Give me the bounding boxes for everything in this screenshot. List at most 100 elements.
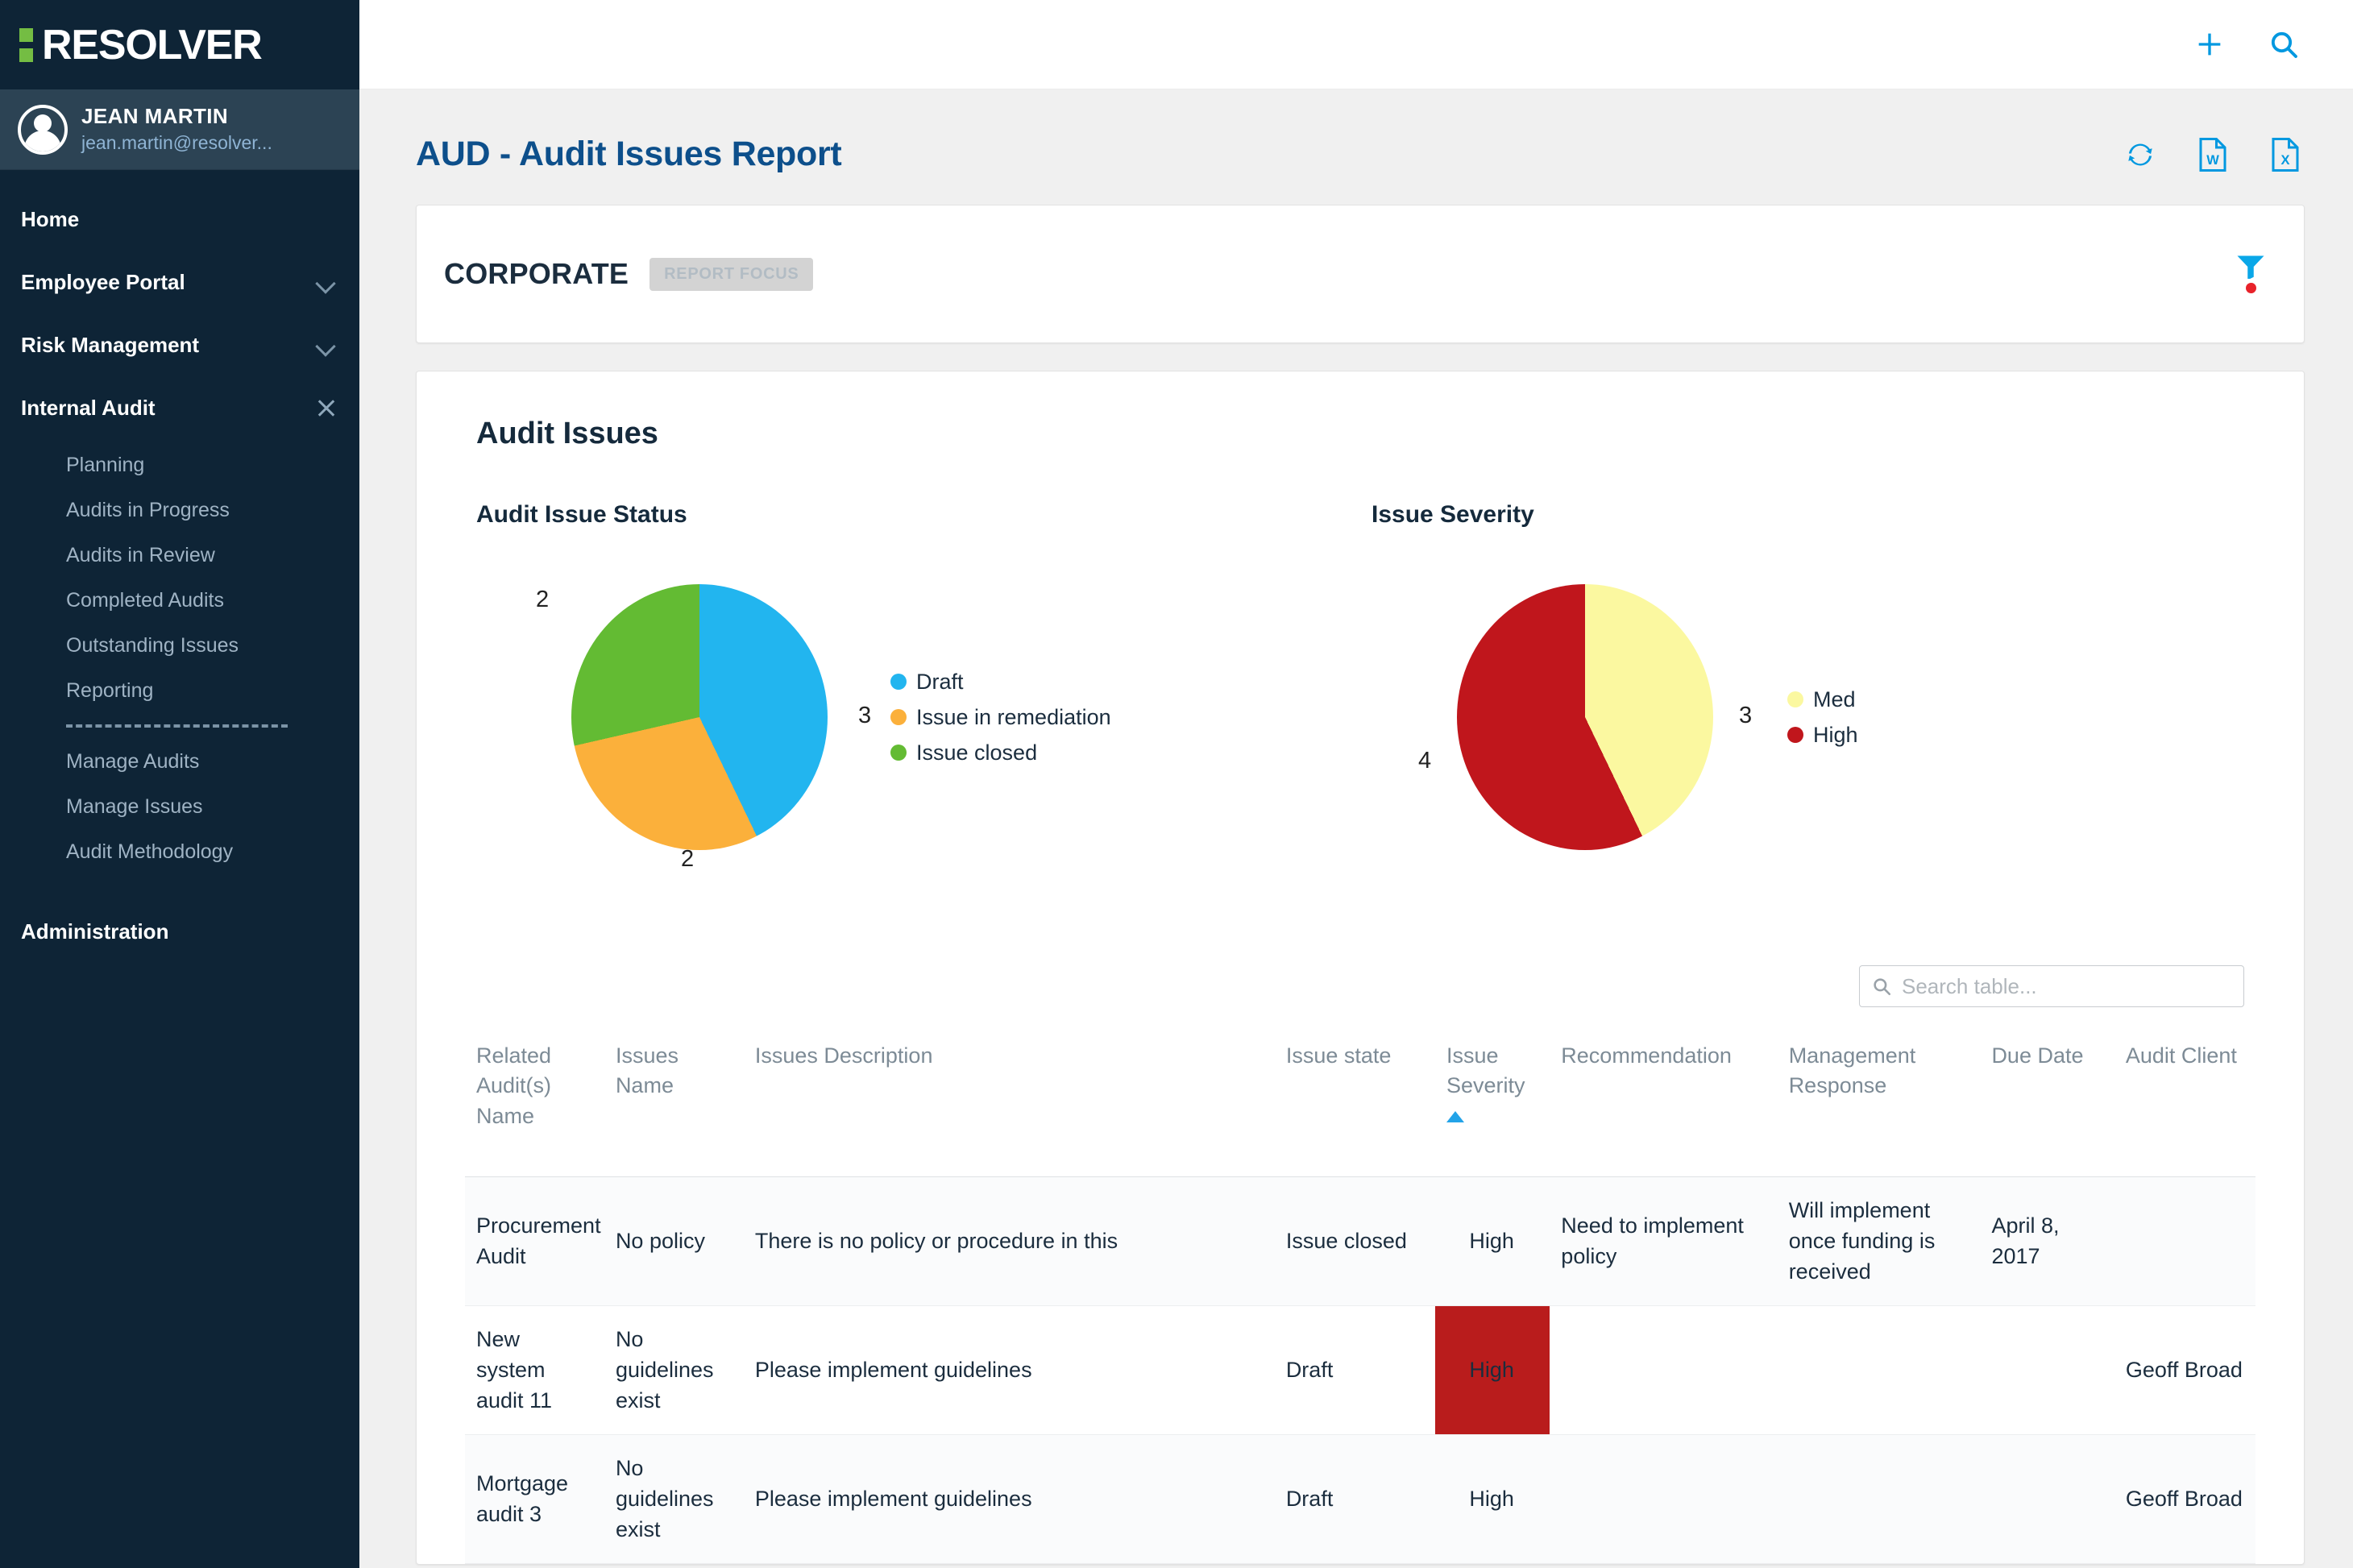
chart-legend-severity: Med High (1787, 687, 1858, 748)
pie-slice-label-draft: 3 (858, 703, 871, 729)
column-header-related-audit[interactable]: Related Audit(s) Name (465, 1033, 604, 1176)
search-icon[interactable] (2268, 28, 2300, 60)
column-header-management-response[interactable]: Management Response (1778, 1033, 1981, 1176)
sidebar-item-audit-methodology[interactable]: Audit Methodology (0, 829, 359, 874)
legend-label: Med (1813, 687, 1856, 712)
column-header-issues-description[interactable]: Issues Description (744, 1033, 1275, 1176)
cell-due-date (1980, 1305, 2114, 1434)
cell-recommendation (1550, 1305, 1777, 1434)
app-root: RESOLVER JEAN MARTIN jean.martin@resolve… (0, 0, 2353, 1568)
sidebar-item-planning[interactable]: Planning (0, 442, 359, 487)
sidebar-item-internal-audit[interactable]: Internal Audit (0, 376, 359, 439)
cell-management-response (1778, 1305, 1981, 1434)
refresh-icon[interactable] (2126, 140, 2155, 169)
audit-issues-card: Audit Issues Audit Issue Status 2 3 2 Dr… (416, 371, 2305, 1565)
add-icon[interactable] (2193, 28, 2226, 60)
table-body: Procurement Audit No policy There is no … (465, 1176, 2255, 1563)
sidebar-item-manage-issues[interactable]: Manage Issues (0, 784, 359, 829)
page-title: AUD - Audit Issues Report (416, 135, 841, 174)
legend-color-swatch (890, 745, 907, 761)
legend-item[interactable]: Issue in remediation (890, 705, 1111, 730)
cell-issue-severity: High (1435, 1434, 1550, 1563)
sidebar-item-employee-portal[interactable]: Employee Portal (0, 251, 359, 313)
chevron-down-icon (316, 276, 337, 288)
table-header: Related Audit(s) Name Issues Name Issues… (465, 1033, 2255, 1176)
filter-button[interactable] (2236, 255, 2265, 293)
cell-related-audit: Mortgage audit 3 (465, 1434, 604, 1563)
chart-title: Audit Issue Status (465, 501, 1360, 529)
avatar (18, 105, 68, 155)
sidebar-item-label: Risk Management (21, 333, 199, 358)
cell-issue-state: Issue closed (1275, 1176, 1435, 1305)
table-search-row: Search table... (465, 965, 2255, 1007)
cell-audit-client: Geoff Broad (2114, 1434, 2255, 1563)
table-row[interactable]: Mortgage audit 3 No guidelines exist Ple… (465, 1434, 2255, 1563)
page-actions: W X (2126, 138, 2300, 172)
svg-text:W: W (2206, 153, 2219, 168)
legend-item[interactable]: High (1787, 723, 1858, 748)
sidebar-divider (66, 724, 288, 728)
cell-related-audit: New system audit 11 (465, 1305, 604, 1434)
column-header-audit-client[interactable]: Audit Client (2114, 1033, 2255, 1176)
logo-dots-icon (19, 28, 33, 62)
report-focus-badge: REPORT FOCUS (649, 258, 813, 291)
close-icon[interactable] (316, 397, 337, 418)
sidebar-item-risk-management[interactable]: Risk Management (0, 313, 359, 376)
sidebar-item-completed-audits[interactable]: Completed Audits (0, 578, 359, 623)
legend-color-swatch (1787, 691, 1803, 707)
table-row[interactable]: Procurement Audit No policy There is no … (465, 1176, 2255, 1305)
cell-audit-client (2114, 1176, 2255, 1305)
column-header-issues-name[interactable]: Issues Name (604, 1033, 744, 1176)
section-title: Audit Issues (465, 417, 2255, 451)
cell-recommendation: Need to implement policy (1550, 1176, 1777, 1305)
word-export-icon[interactable]: W (2198, 138, 2227, 172)
sidebar-item-label: Employee Portal (21, 270, 185, 295)
search-icon (1871, 976, 1892, 997)
chart-title: Issue Severity (1360, 501, 2255, 529)
brand-logo[interactable]: RESOLVER (0, 0, 359, 89)
excel-export-icon[interactable]: X (2271, 138, 2300, 172)
sidebar-item-outstanding-issues[interactable]: Outstanding Issues (0, 623, 359, 668)
pie-chart-status[interactable] (571, 584, 828, 850)
legend-item[interactable]: Med (1787, 687, 1858, 712)
sidebar-item-audits-in-progress[interactable]: Audits in Progress (0, 487, 359, 533)
sidebar-item-reporting[interactable]: Reporting (0, 668, 359, 713)
sort-ascending-icon[interactable] (1446, 1111, 1464, 1122)
user-name: JEAN MARTIN (81, 105, 272, 129)
legend-color-swatch (890, 674, 907, 690)
user-email: jean.martin@resolver... (81, 132, 272, 155)
legend-item[interactable]: Issue closed (890, 740, 1111, 765)
legend-label: Draft (916, 670, 964, 695)
svg-text:X: X (2280, 153, 2289, 168)
sidebar-item-label: Internal Audit (21, 396, 156, 421)
page-header: AUD - Audit Issues Report W (359, 89, 2353, 174)
sidebar-item-audits-in-review[interactable]: Audits in Review (0, 533, 359, 578)
legend-color-swatch (890, 709, 907, 725)
sidebar-item-manage-audits[interactable]: Manage Audits (0, 739, 359, 784)
pie-chart-severity[interactable] (1457, 584, 1713, 850)
legend-label: Issue in remediation (916, 705, 1111, 730)
chevron-down-icon (316, 339, 337, 351)
cell-due-date: April 8, 2017 (1980, 1176, 2114, 1305)
column-header-recommendation[interactable]: Recommendation (1550, 1033, 1777, 1176)
column-header-issue-state[interactable]: Issue state (1275, 1033, 1435, 1176)
legend-color-swatch (1787, 727, 1803, 743)
issues-table: Related Audit(s) Name Issues Name Issues… (465, 1033, 2255, 1564)
chart-audit-issue-status: Audit Issue Status 2 3 2 Draft (465, 501, 1360, 878)
filter-icon (2236, 255, 2265, 279)
user-profile[interactable]: JEAN MARTIN jean.martin@resolver... (0, 89, 359, 170)
cell-issue-severity: High (1435, 1305, 1550, 1434)
legend-item[interactable]: Draft (890, 670, 1111, 695)
sidebar-item-administration[interactable]: Administration (0, 903, 359, 960)
column-header-due-date[interactable]: Due Date (1980, 1033, 2114, 1176)
charts-row: Audit Issue Status 2 3 2 Draft (465, 501, 2255, 878)
cell-related-audit: Procurement Audit (465, 1176, 604, 1305)
cell-management-response: Will implement once funding is received (1778, 1176, 1981, 1305)
issues-table-wrap: Search table... Related Audit(s) Name Is… (465, 965, 2255, 1564)
table-row[interactable]: New system audit 11 No guidelines exist … (465, 1305, 2255, 1434)
column-header-issue-severity[interactable]: Issue Severity (1435, 1033, 1550, 1176)
sidebar-item-home[interactable]: Home (0, 188, 359, 251)
report-focus-title: CORPORATE (444, 257, 629, 291)
internal-audit-subnav: Planning Audits in Progress Audits in Re… (0, 439, 359, 874)
search-table-input[interactable]: Search table... (1859, 965, 2244, 1007)
